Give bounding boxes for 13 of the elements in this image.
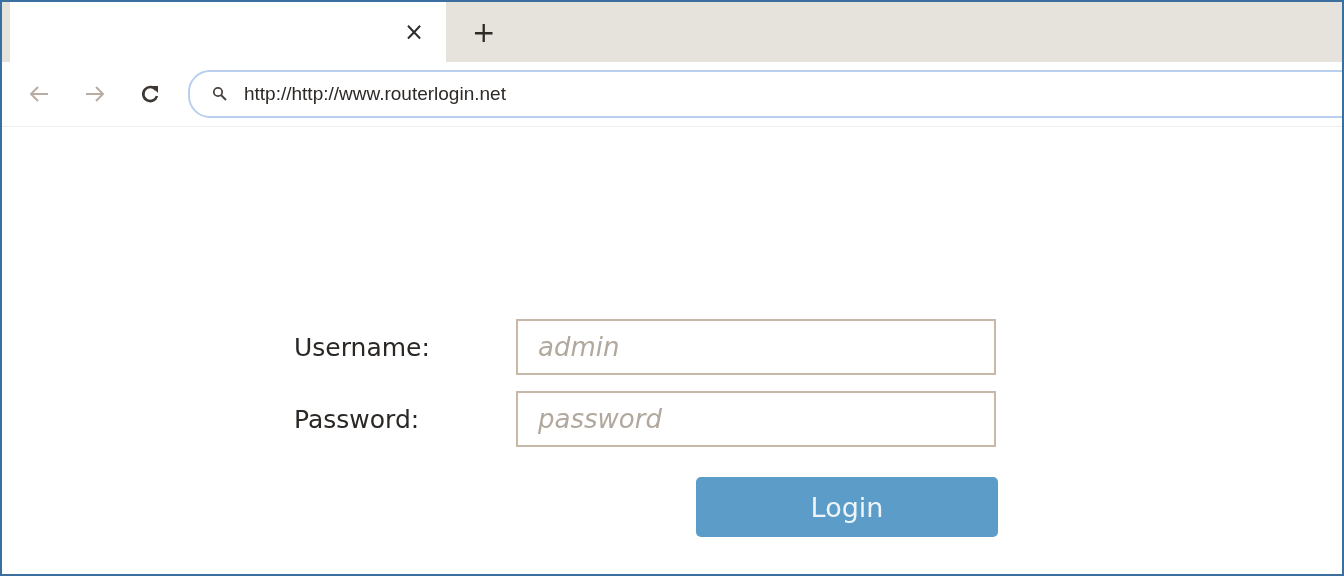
back-icon[interactable] <box>28 84 50 104</box>
input-field[interactable]: password <box>516 391 996 447</box>
input-field[interactable]: admin <box>516 319 996 375</box>
close-tab-button[interactable]: × <box>395 18 432 46</box>
forward-icon[interactable] <box>84 84 106 104</box>
field-label: Password: <box>294 404 421 434</box>
new-tab-button[interactable]: + <box>464 2 504 62</box>
browser-tab[interactable]: × <box>10 2 446 62</box>
url-text: http://http://www.routerlogin.net <box>244 83 506 105</box>
address-bar[interactable]: http://http://www.routerlogin.net <box>188 70 1342 118</box>
reload-icon[interactable] <box>140 84 160 104</box>
search-icon <box>212 86 228 102</box>
field-label: Username: <box>294 332 431 362</box>
